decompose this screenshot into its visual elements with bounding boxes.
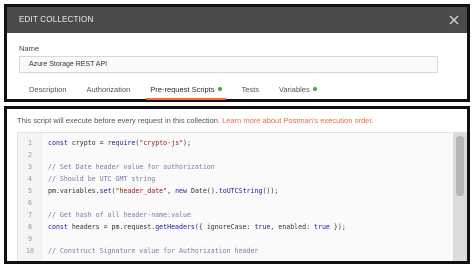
- code-token: toUTCString: [218, 187, 263, 195]
- line-number: 8: [28, 223, 32, 231]
- tab-label: Authorization: [86, 84, 131, 94]
- close-icon: [449, 15, 459, 25]
- code-token: headers = pm.request.: [67, 223, 156, 231]
- tab-label: Tests: [241, 84, 260, 94]
- line-number: 1: [28, 139, 32, 147]
- code-token: // Construct Signature value for Authori…: [48, 247, 259, 255]
- script-info-text: This script will execute before every re…: [17, 116, 221, 125]
- line-number: 4: [28, 175, 32, 183]
- tab-label: Description: [29, 84, 67, 94]
- code-token: );: [183, 139, 191, 147]
- code-token: getHeaders: [155, 223, 195, 231]
- status-dot-icon: [312, 87, 317, 91]
- code-token: true: [314, 223, 330, 231]
- status-dot-icon: [217, 87, 222, 91]
- tab-label: Variables: [279, 84, 310, 94]
- code-token: require: [107, 139, 136, 147]
- tab-variables[interactable]: Variables: [269, 79, 327, 99]
- code-token: "crypto-js": [139, 139, 184, 147]
- line-number: 10: [26, 247, 34, 255]
- code-token: ());: [262, 187, 279, 195]
- code-token: });: [329, 223, 346, 231]
- code-token: crypto =: [67, 139, 108, 147]
- code-token: ({ ignoreCase:: [194, 223, 255, 231]
- dialog-title: EDIT COLLECTION: [19, 15, 94, 24]
- code-token: "header_date": [115, 187, 168, 195]
- code-token: , enabled:: [270, 223, 315, 231]
- code-token: // Get hash of all header-name:value: [48, 211, 191, 219]
- code-text: // Set Date header value for authorizati…: [48, 161, 215, 173]
- code-text: // Get hash of all header-name:value: [48, 209, 191, 221]
- dialog-header: EDIT COLLECTION: [7, 7, 467, 33]
- code-text: const crypto = require("crypto-js");: [48, 137, 191, 149]
- code-token: const: [48, 223, 68, 231]
- code-text: // Should be UTC GMT string: [48, 173, 155, 185]
- editor-scrollbar[interactable]: [453, 132, 467, 261]
- line-number: 9: [28, 235, 32, 243]
- code-token: true: [254, 223, 271, 231]
- edit-collection-dialog: EDIT COLLECTION Name Description Authoriz…: [4, 4, 470, 102]
- tab-bar: Description Authorization Pre-request Scri…: [19, 79, 327, 100]
- script-info-line: This script will execute before every re…: [17, 116, 374, 125]
- code-token: // Set Date header value for authorizati…: [48, 163, 215, 171]
- tab-label: Pre-request Scripts: [150, 84, 215, 94]
- scrollbar-thumb[interactable]: [456, 136, 464, 196]
- code-token: // Should be UTC GMT string: [48, 175, 156, 183]
- code-text: // Construct Signature value for Authori…: [48, 245, 258, 257]
- tab-authorization[interactable]: Authorization: [77, 79, 141, 99]
- code-editor[interactable]: 1 const crypto = require("crypto-js"); 2 3 /…: [17, 132, 458, 261]
- code-token: new: [175, 187, 187, 195]
- code-token: const: [48, 139, 68, 147]
- pre-request-script-panel: This script will execute before every re…: [4, 106, 470, 264]
- code-text: pm.variables.set("header_date", new Date…: [48, 185, 278, 197]
- tab-tests[interactable]: Tests: [232, 79, 270, 99]
- code-token: set: [99, 187, 112, 195]
- code-text: const headers = pm.request.getHeaders({ …: [48, 221, 346, 233]
- line-number: 6: [28, 199, 32, 207]
- name-label: Name: [19, 44, 40, 53]
- tab-pre-request-scripts[interactable]: Pre-request Scripts: [140, 79, 231, 100]
- line-number: 5: [28, 187, 32, 195]
- tab-description[interactable]: Description: [19, 79, 77, 99]
- collection-name-input[interactable]: [19, 56, 438, 73]
- code-token: pm.variables.: [48, 187, 100, 195]
- line-number: 2: [28, 151, 32, 159]
- close-button[interactable]: [445, 11, 463, 29]
- line-number: 3: [28, 163, 32, 171]
- execution-order-link[interactable]: Learn more about Postman's execution ord…: [222, 116, 374, 125]
- code-token: Date().: [187, 187, 219, 195]
- line-number: 7: [28, 211, 32, 219]
- code-token: ,: [167, 187, 176, 195]
